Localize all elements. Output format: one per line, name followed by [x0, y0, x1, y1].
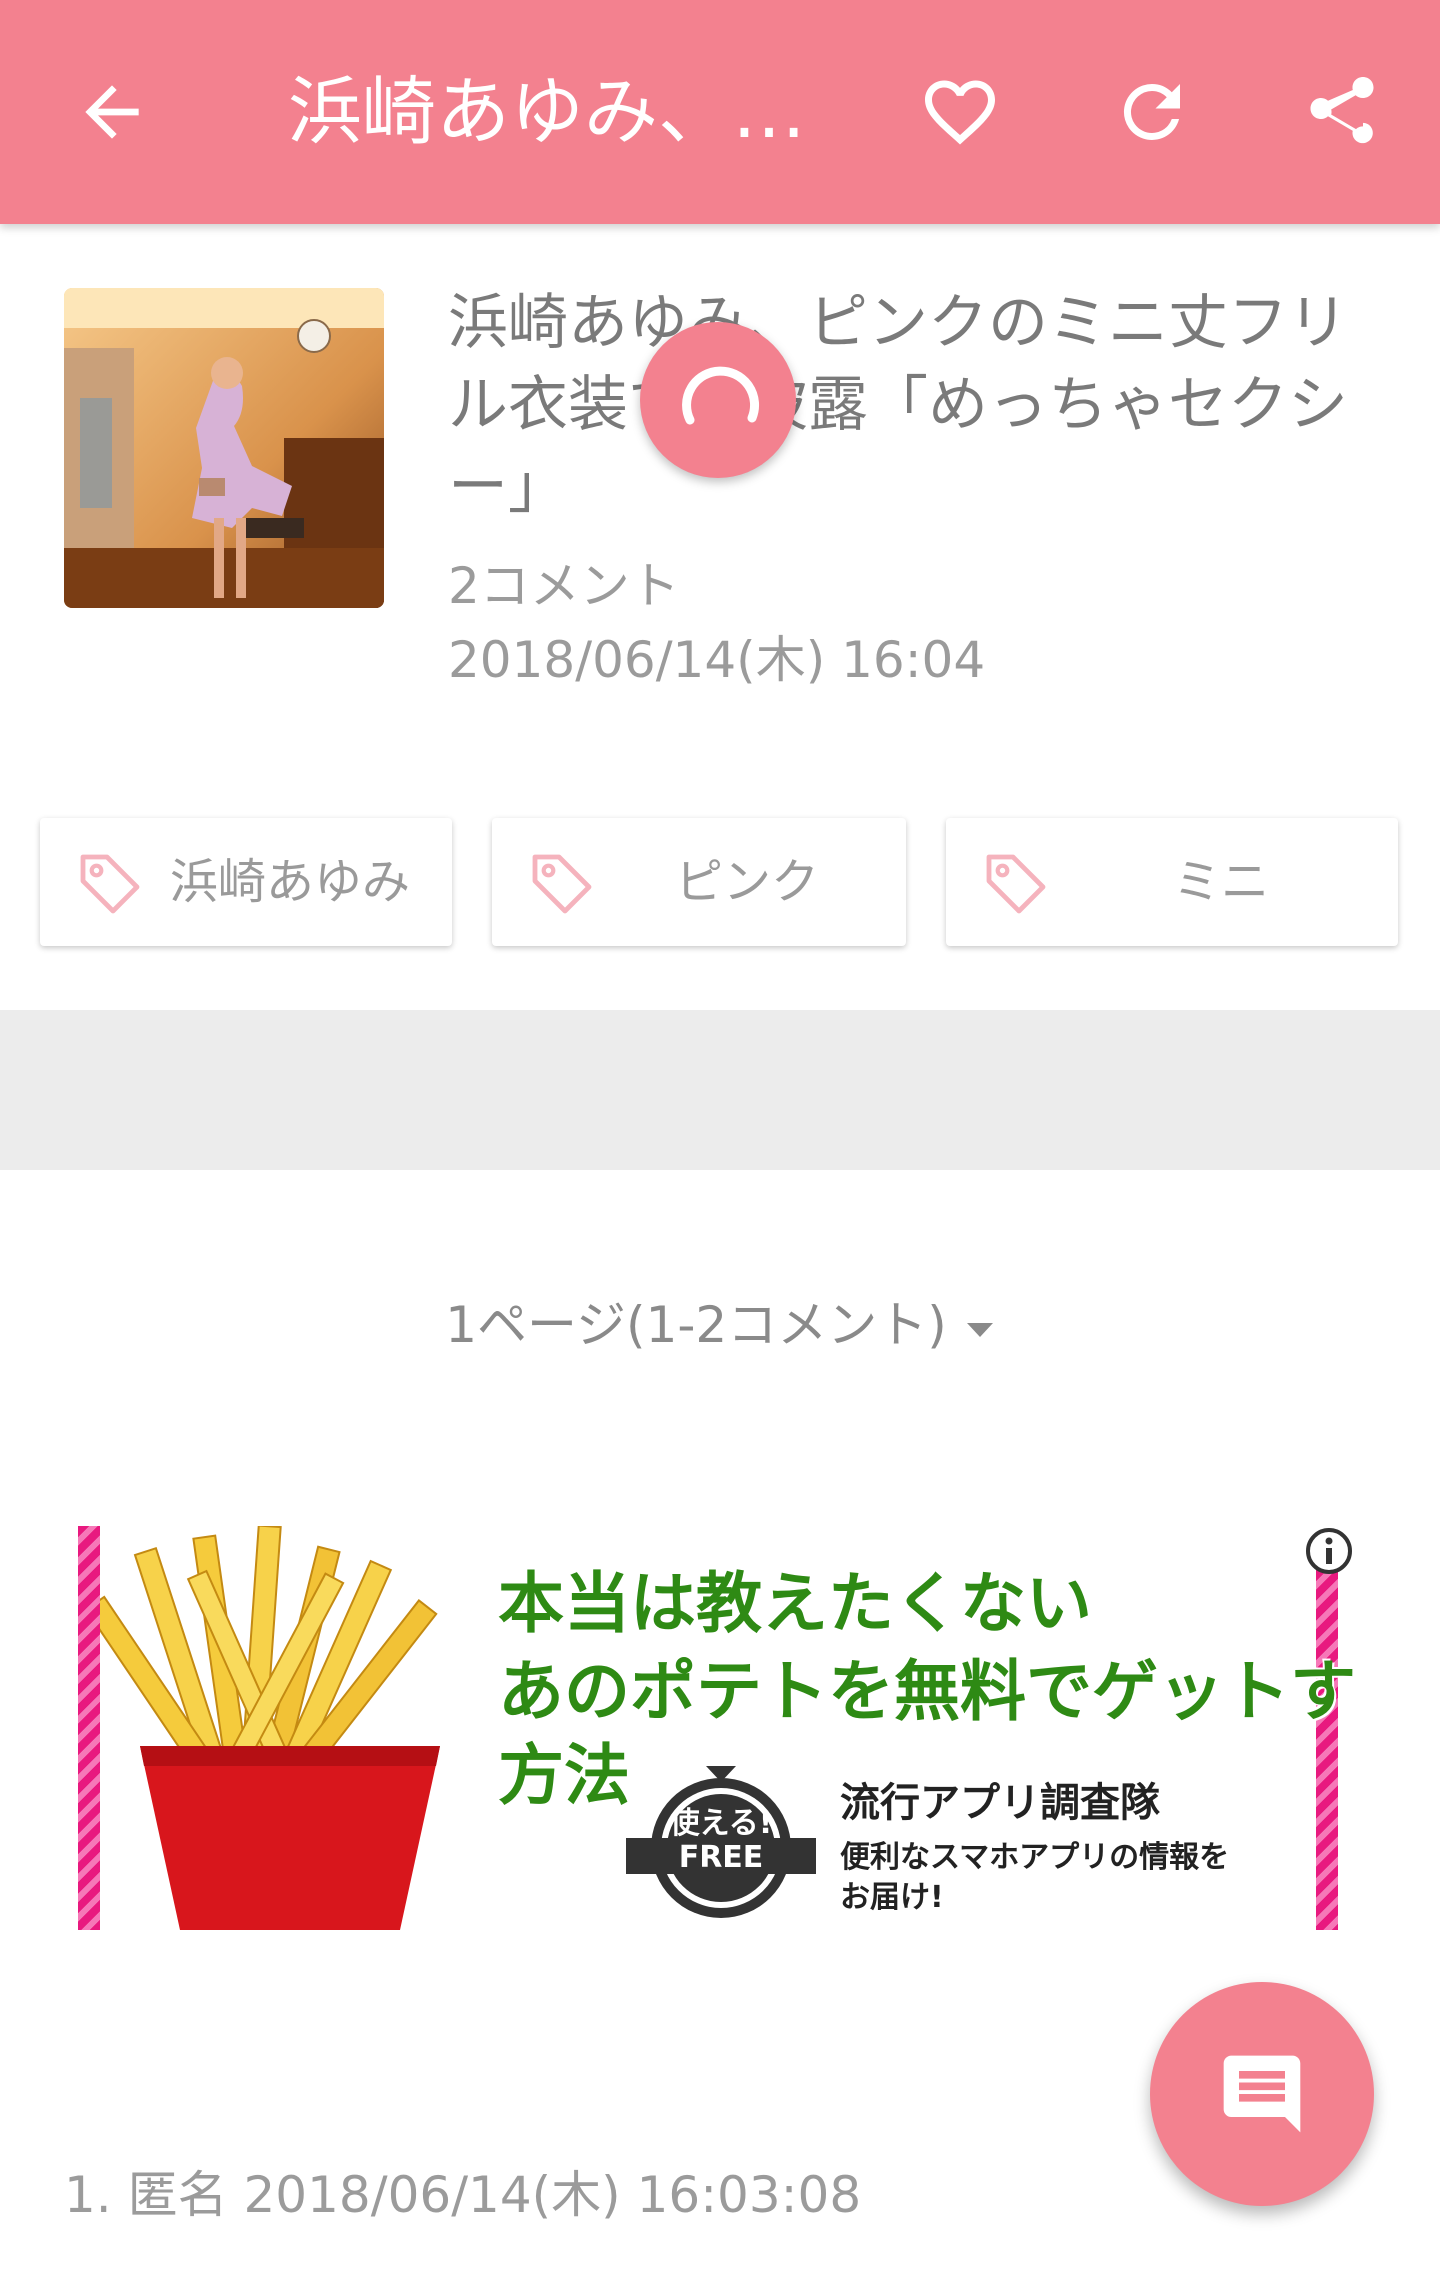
- arrow-left-icon[interactable]: [72, 72, 152, 152]
- comment-icon: [1223, 2055, 1301, 2133]
- page-title: 浜崎あゆみ、…: [288, 69, 806, 155]
- fries-image: [100, 1526, 440, 1930]
- comment-count: 2コメント: [448, 557, 680, 615]
- ad-headline-1: 本当は教えたくない: [498, 1565, 1092, 1642]
- ad-subtext-2: お届け!: [840, 1880, 944, 1915]
- info-icon[interactable]: [1304, 1526, 1354, 1576]
- page-selector-label: 1ページ(1-2コメント): [445, 1296, 947, 1354]
- heart-icon[interactable]: [918, 70, 1002, 154]
- tag-label: ピンク: [674, 854, 819, 910]
- ad-stripe: [1316, 1550, 1338, 1930]
- free-badge: 使える! FREE: [626, 1756, 816, 1926]
- tag-chip[interactable]: ミニ: [946, 818, 1398, 946]
- ad-headline-2: あのポテトを無料でゲットする: [498, 1653, 1360, 1730]
- caret-down-icon: [966, 1322, 993, 1337]
- spinner-icon: [682, 366, 760, 425]
- article-title[interactable]: 浜崎あゆみ、ピンクのミニ丈フリル衣装で脚披露「めっちゃセクシー」: [448, 282, 1368, 528]
- ad-headline-3: 方法: [498, 1737, 630, 1814]
- badge-main-label: FREE: [678, 1840, 764, 1875]
- ad-subtext-1: 便利なスマホアプリの情報を: [840, 1840, 1230, 1875]
- article-datetime: 2018/06/14(木) 16:04: [448, 631, 986, 689]
- comment-fab[interactable]: [1150, 1982, 1374, 2206]
- refresh-icon[interactable]: [1110, 70, 1194, 154]
- tag-icon: [532, 854, 592, 914]
- section-divider: [0, 1010, 1440, 1170]
- ad-banner[interactable]: 本当は教えたくない あのポテトを無料でゲットする 方法 使える! FREE 流行…: [78, 1526, 1360, 1930]
- loading-spinner: [640, 322, 796, 478]
- tag-chip[interactable]: ピンク: [492, 818, 906, 946]
- article-thumbnail[interactable]: [64, 288, 384, 608]
- tag-icon: [986, 854, 1046, 914]
- tag-icon: [80, 854, 140, 914]
- badge-top-label: 使える!: [669, 1806, 773, 1841]
- tag-label: ミニ: [1172, 854, 1269, 910]
- tag-label: 浜崎あゆみ: [170, 854, 411, 910]
- ad-stripe: [78, 1526, 100, 1930]
- app-bar: 浜崎あゆみ、…: [0, 0, 1440, 224]
- tag-chip[interactable]: 浜崎あゆみ: [40, 818, 452, 946]
- ad-brand: 流行アプリ調査隊: [840, 1780, 1160, 1826]
- share-icon[interactable]: [1300, 70, 1384, 154]
- comment-header: 1. 匿名 2018/06/14(木) 16:03:08: [64, 2166, 862, 2224]
- page-selector[interactable]: 1ページ(1-2コメント): [0, 1290, 1440, 1360]
